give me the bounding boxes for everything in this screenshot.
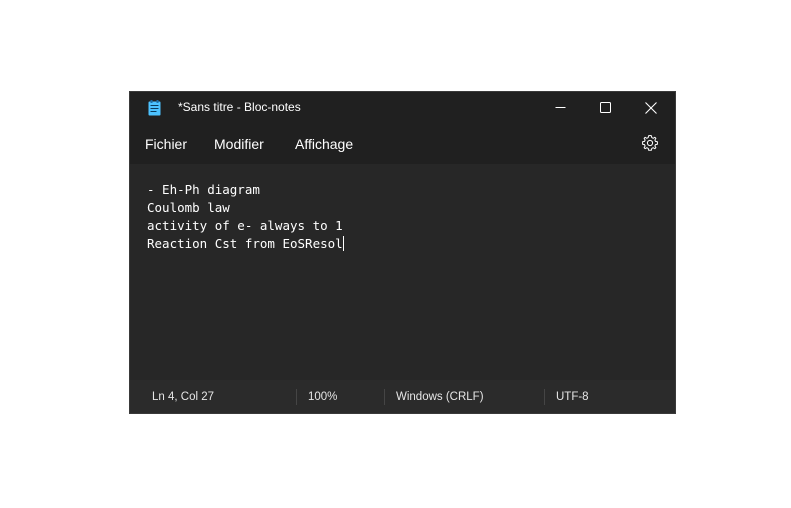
minimize-icon — [555, 107, 565, 108]
editor-line: - Eh-Ph diagram — [147, 182, 260, 197]
editor-line-text: Reaction Cst from EoSResol — [147, 236, 343, 251]
menu-bar: Fichier Modifier Affichage — [130, 123, 675, 164]
menu-modifier[interactable]: Modifier — [214, 136, 264, 152]
minimize-button[interactable] — [537, 92, 583, 123]
maximize-icon — [599, 102, 611, 113]
menu-affichage[interactable]: Affichage — [295, 136, 353, 152]
status-divider — [384, 389, 385, 405]
title-bar[interactable]: *Sans titre - Bloc-notes — [130, 92, 675, 123]
close-button[interactable] — [628, 92, 674, 123]
editor-line: activity of e- always to 1 — [147, 218, 343, 233]
status-divider — [544, 389, 545, 405]
text-caret — [342, 236, 344, 251]
notepad-icon — [148, 100, 161, 116]
encoding[interactable]: UTF-8 — [556, 391, 589, 403]
editor-line: Coulomb law — [147, 200, 230, 215]
editor-content[interactable]: - Eh-Ph diagram Coulomb law activity of … — [147, 181, 344, 253]
notepad-window: *Sans titre - Bloc-notes Fichier Modifie… — [130, 92, 675, 413]
editor-line-last: Reaction Cst from EoSResol — [147, 235, 344, 253]
line-ending[interactable]: Windows (CRLF) — [396, 391, 484, 403]
status-bar: Ln 4, Col 27 100% Windows (CRLF) UTF-8 — [130, 380, 675, 413]
status-divider — [296, 389, 297, 405]
text-editor[interactable]: - Eh-Ph diagram Coulomb law activity of … — [130, 164, 675, 380]
menu-fichier[interactable]: Fichier — [145, 136, 187, 152]
maximize-button[interactable] — [582, 92, 628, 123]
window-title: *Sans titre - Bloc-notes — [178, 100, 301, 114]
close-icon — [645, 101, 657, 114]
zoom-level[interactable]: 100% — [308, 391, 337, 403]
gear-icon[interactable] — [641, 134, 659, 152]
cursor-position[interactable]: Ln 4, Col 27 — [152, 391, 214, 403]
